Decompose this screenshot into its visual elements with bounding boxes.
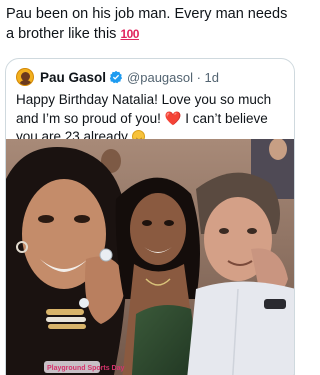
quoted-author-name[interactable]: Pau Gasol [40,70,106,85]
verified-badge-icon [109,70,123,84]
tweet-text: Pau been on his job man. Every man needs… [6,4,294,44]
avatar[interactable] [16,68,34,86]
quoted-tweet-header: Pau Gasol @paugasol · 1d [16,67,219,87]
heart-emoji-icon: ❤️ [164,110,182,126]
quoted-tweet-card[interactable]: Pau Gasol @paugasol · 1d Happy Birthday … [5,58,295,375]
photo-sticker-text: Playground Sports Day [47,365,125,372]
photo-illustration: Playground Sports Day [6,139,294,375]
hundred-points-icon: 100 [120,27,139,41]
quoted-tweet-photo[interactable]: Playground Sports Day [6,139,294,375]
tweet-body: Pau been on his job man. Every man needs… [6,6,288,42]
quoted-author-handle[interactable]: @paugasol · 1d [127,70,219,85]
